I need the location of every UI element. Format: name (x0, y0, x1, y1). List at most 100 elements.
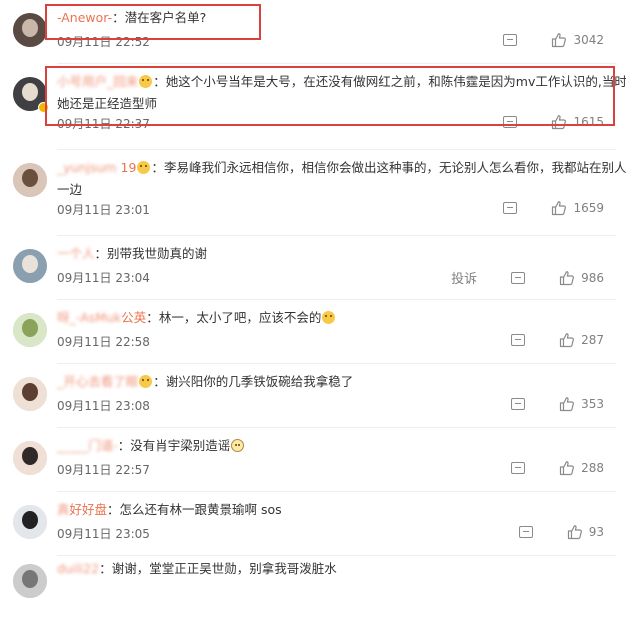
comment-body-continued: 一边 (57, 182, 83, 197)
comment-body: 林一，太小了吧，应该不会的 (158, 310, 322, 325)
comment-actions: 287 (477, 332, 604, 348)
thumbs-up-icon (559, 461, 575, 476)
username-link[interactable]: _____门道- (57, 438, 118, 453)
like-button[interactable]: 93 (567, 524, 604, 540)
username-link[interactable]: 一个人 (57, 246, 95, 261)
reply-button[interactable] (511, 462, 526, 474)
like-count: 1659 (573, 201, 604, 215)
comment-actions: 288 (477, 460, 604, 476)
thumbs-up-icon (559, 270, 575, 285)
separator: ： (151, 160, 164, 175)
comment-icon (518, 526, 533, 538)
reply-button[interactable] (503, 202, 518, 214)
comment-icon (511, 334, 526, 346)
username-suffix[interactable]: 19 (117, 160, 137, 175)
like-count: 288 (581, 461, 604, 475)
comment-body: 别带我世勋真的谢 (107, 246, 208, 261)
comment-timestamp: 09月11日 23:05 (57, 527, 150, 541)
username-link[interactable]: _开心去看了眼 (57, 374, 138, 389)
comment-icon (511, 398, 526, 410)
highlight-box-1 (45, 4, 261, 40)
like-count: 3042 (573, 33, 604, 47)
like-count: 287 (581, 333, 604, 347)
comment-body: 李易峰我们永远相信你，相信你会做出这种事的，无论别人怎么看你，我都站在别人那 (163, 160, 626, 175)
thumbs-up-icon (559, 397, 575, 412)
like-button[interactable]: 1659 (551, 200, 604, 216)
separator: ： (117, 438, 131, 453)
avatar[interactable] (13, 249, 47, 283)
like-button[interactable]: 353 (559, 396, 604, 412)
separator: ： (153, 374, 166, 389)
like-button[interactable]: 986 (559, 270, 604, 286)
comment-actions: 投诉 986 (451, 268, 604, 288)
username-link[interactable]: duili22 (57, 561, 99, 576)
comment-icon (511, 462, 526, 474)
like-button[interactable]: 287 (559, 332, 604, 348)
report-button[interactable]: 投诉 (451, 268, 477, 287)
comment-item: _____门道-：没有肖宇梁别造谣 09月11日 22:57 288 (0, 428, 626, 492)
thumbs-up-icon (552, 33, 567, 48)
like-button[interactable]: 288 (559, 460, 604, 476)
comment-text-line: _____门道-：没有肖宇梁别造谣 (57, 435, 616, 457)
comment-body: 谢兴阳你的几季铁饭碗给我拿稳了 (165, 374, 354, 389)
username-suffix[interactable]: 好好盘 (70, 502, 108, 517)
comment-text-line: 呀_-AsMuk公英：林一，太小了吧，应该不会的 (57, 307, 616, 329)
comment-text-line: 真好好盘：怎么还有林一跟黄景瑜啊 sos (57, 499, 616, 521)
separator: ： (99, 561, 112, 576)
comment-text-line: _开心去看了眼 ：谢兴阳你的几季铁饭碗给我拿稳了 (57, 371, 616, 393)
comment-icon (503, 34, 518, 46)
like-count: 986 (581, 270, 604, 285)
comment-item: _yunjsum 19 ：李易峰我们永远相信你，相信你会做出这种事的，无论别人怎么… (0, 150, 626, 236)
comment-text-line: duili22：谢谢，堂堂正正吴世勋，别拿我哥泼脏水 (57, 558, 616, 580)
username-link[interactable]: 呀_-AsMuk (57, 310, 121, 325)
comment-timestamp: 09月11日 23:04 (57, 271, 150, 285)
emoji-icon (231, 439, 245, 452)
comment-item: _开心去看了眼 ：谢兴阳你的几季铁饭碗给我拿稳了 09月11日 23:08 353 (0, 364, 626, 428)
thumbs-up-icon (552, 201, 567, 216)
comment-actions: 1659 (469, 200, 604, 216)
comment-item: 呀_-AsMuk公英：林一，太小了吧，应该不会的 09月11日 22:58 287 (0, 300, 626, 364)
avatar[interactable] (13, 163, 47, 197)
thumbs-up-icon (559, 333, 575, 348)
reply-button[interactable] (503, 34, 518, 46)
username-suffix[interactable]: 公英 (121, 310, 146, 325)
separator: ： (146, 310, 159, 325)
username-link[interactable]: _yunjsum (57, 160, 117, 175)
comment-item: 真好好盘：怎么还有林一跟黄景瑜啊 sos 09月11日 23:05 93 (0, 492, 626, 556)
comment-body: 没有肖宇梁别造谣 (130, 438, 231, 453)
comment-body: 怎么还有林一跟黄景瑜啊 sos (119, 502, 282, 517)
reply-button[interactable] (518, 526, 533, 538)
like-count: 93 (588, 525, 604, 539)
comment-timestamp: 09月11日 22:58 (57, 335, 150, 349)
avatar[interactable] (13, 13, 47, 47)
comment-timestamp: 09月11日 23:08 (57, 399, 150, 413)
thumbs-up-icon (567, 525, 582, 540)
reply-button[interactable] (511, 398, 526, 410)
comment-actions: 353 (477, 396, 604, 412)
comment-text-line: 一个人：别带我世勋真的谢 (57, 243, 616, 265)
comment-item: 一个人：别带我世勋真的谢 09月11日 23:04 投诉 986 (0, 236, 626, 300)
reply-button[interactable] (511, 334, 526, 346)
username-link[interactable]: 真 (57, 502, 70, 517)
avatar[interactable] (13, 505, 47, 539)
comment-timestamp: 09月11日 23:01 (57, 203, 150, 217)
comment-icon (503, 202, 518, 214)
avatar[interactable] (13, 377, 47, 411)
avatar[interactable] (13, 564, 47, 598)
highlight-box-2 (45, 66, 615, 126)
like-button[interactable]: 3042 (551, 32, 604, 48)
emoji-icon (139, 375, 153, 388)
comment-body: 谢谢，堂堂正正吴世勋，别拿我哥泼脏水 (111, 561, 337, 576)
comment-timestamp: 09月11日 22:57 (57, 463, 150, 477)
comment-item: duili22：谢谢，堂堂正正吴世勋，别拿我哥泼脏水 (0, 556, 626, 620)
reply-button[interactable] (511, 271, 526, 284)
comment-icon (511, 271, 526, 284)
avatar[interactable] (13, 313, 47, 347)
separator: ： (94, 246, 108, 261)
emoji-icon (322, 311, 336, 324)
avatar[interactable] (13, 441, 47, 475)
comment-actions: 93 (485, 524, 604, 540)
like-count: 353 (581, 397, 604, 411)
comment-actions: 3042 (469, 32, 604, 48)
emoji-icon (137, 161, 151, 174)
